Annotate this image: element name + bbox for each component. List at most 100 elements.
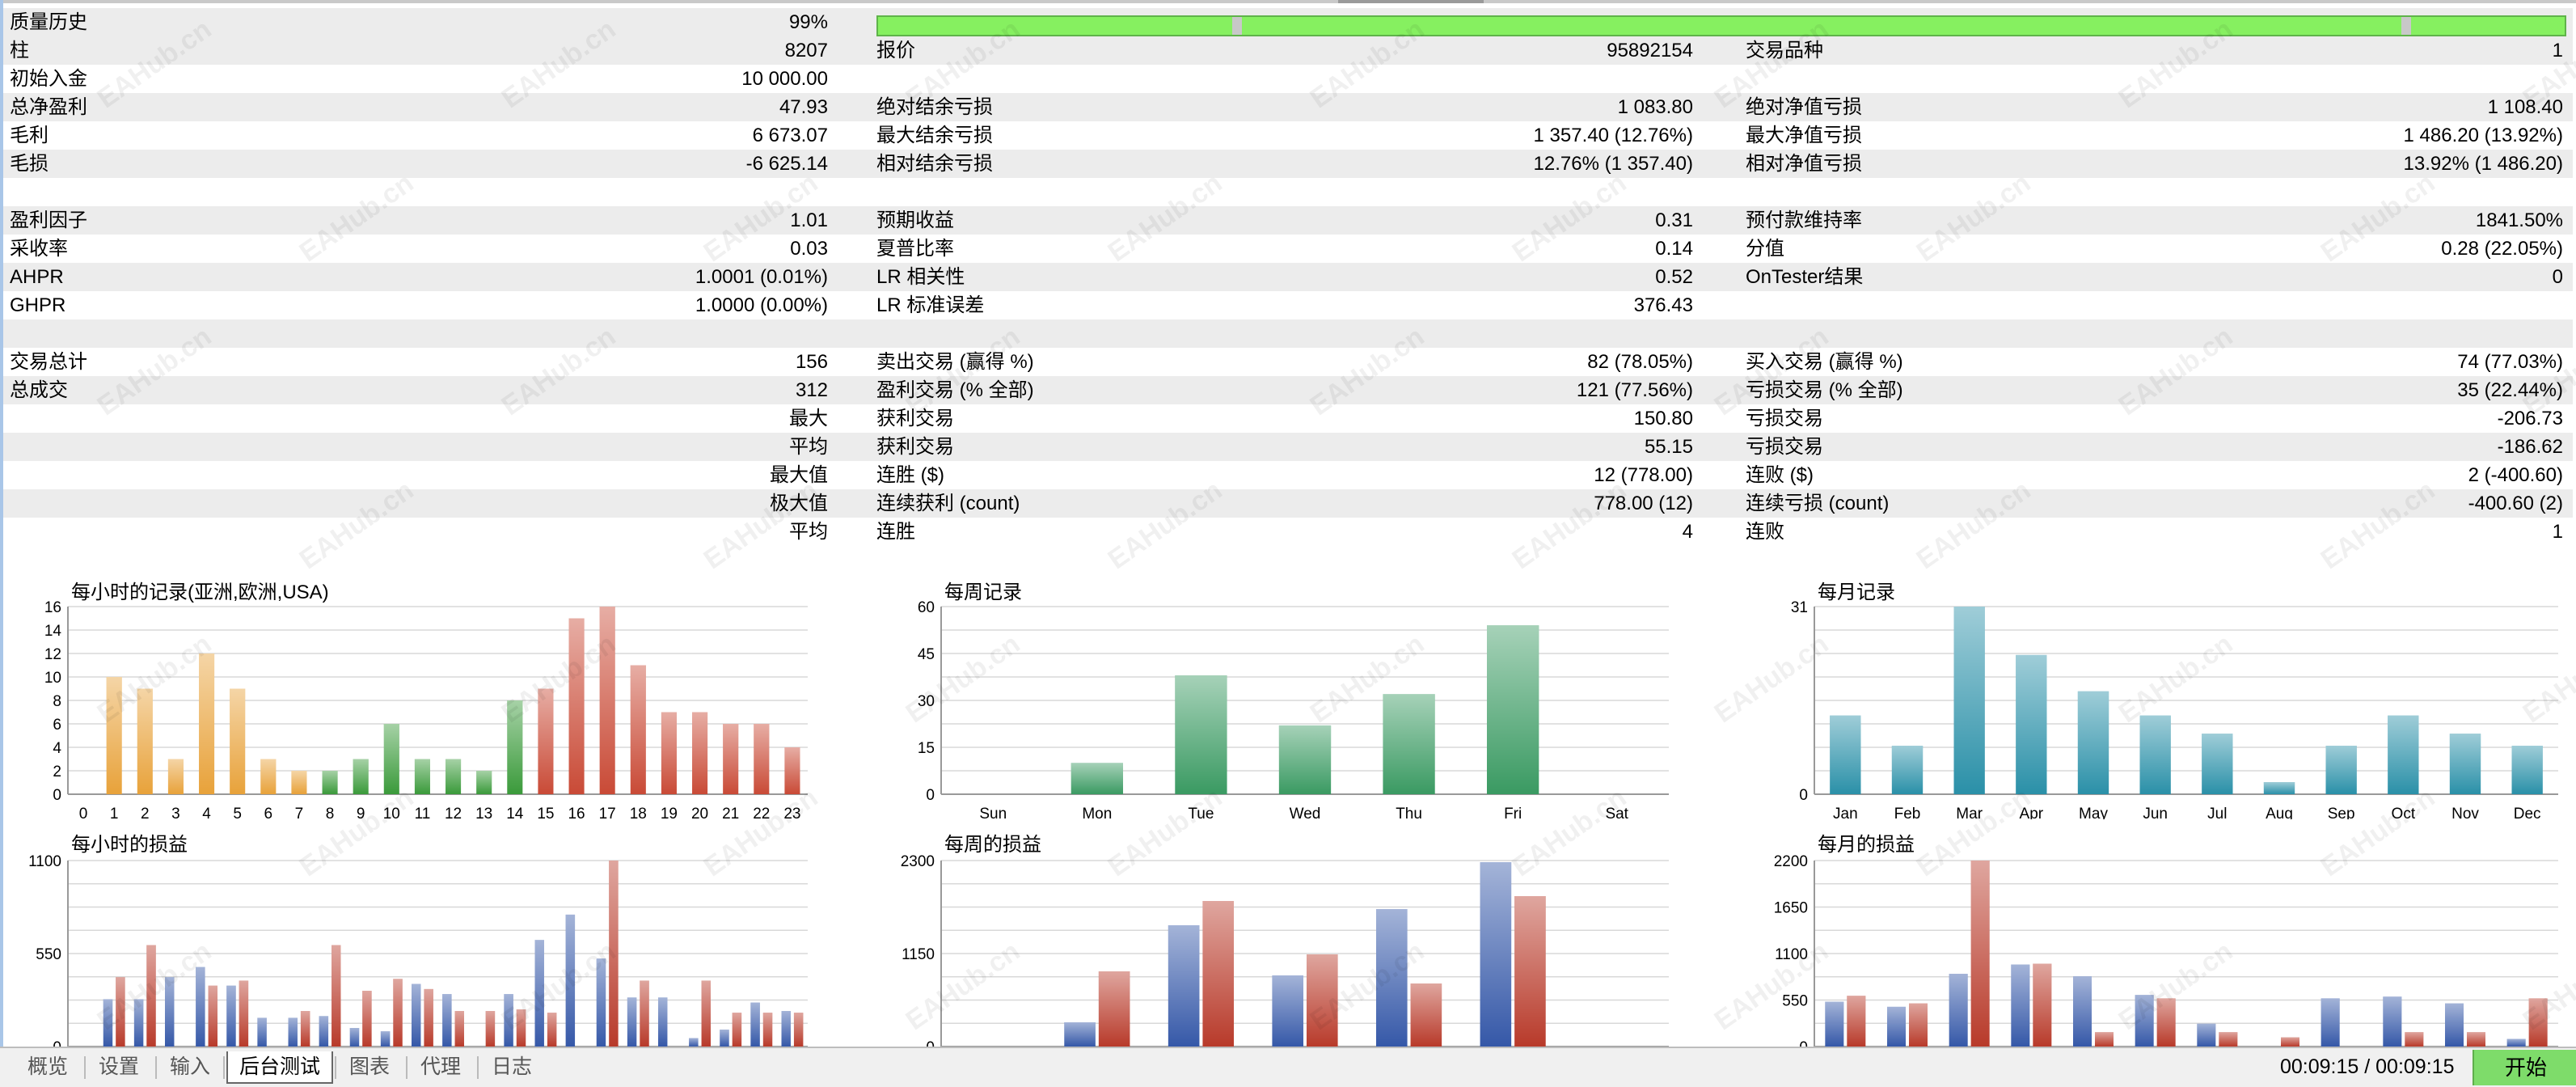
x-tick-label: 22	[753, 806, 770, 819]
metric-label: 卖出交易 (赢得 %)	[876, 351, 1034, 373]
bar-highlight	[424, 988, 433, 1047]
metric-label: GHPR	[10, 294, 66, 316]
chart-weekly-pnl: 每周的损益011502300	[860, 825, 1685, 1047]
tab-5[interactable]: 代理	[409, 1051, 472, 1082]
tab-4[interactable]: 图表	[338, 1051, 401, 1082]
metric-label: AHPR	[10, 266, 64, 288]
x-tick-label: Aug	[2266, 806, 2293, 819]
metric-value: 0	[2552, 266, 2563, 288]
metric-value: 0.14	[1655, 238, 1693, 260]
bar-highlight	[319, 1016, 329, 1047]
x-tick-label: Dec	[2514, 806, 2541, 819]
y-tick-label: 2300	[901, 853, 935, 870]
quality-label: 质量历史	[10, 11, 87, 33]
bar-highlight	[2383, 996, 2402, 1047]
chart-svg: 02468101214160 1 2 3 4 5 6 7 8 9 10 11 12 13 14 15 16 17 1…	[44, 599, 808, 819]
y-tick-label: 1100	[1775, 946, 1808, 963]
y-tick-label: 0	[53, 1039, 61, 1047]
x-tick-label: 6	[264, 806, 273, 819]
quality-bar-gap	[1232, 17, 1242, 35]
bar-highlight	[516, 1009, 526, 1047]
x-tick-label: 16	[568, 806, 585, 819]
y-tick-label: 0	[1799, 787, 1808, 804]
bar-highlight	[507, 700, 523, 794]
tab-6[interactable]: 日志	[480, 1051, 543, 1082]
x-tick-label: Sep	[2328, 806, 2355, 819]
bar-highlight	[133, 999, 144, 1047]
y-tick-label: 60	[918, 599, 935, 616]
metric-value: 1.0000 (0.00%)	[695, 294, 828, 316]
metric-value: 55.15	[1644, 436, 1693, 458]
metric-label: 连败 ($)	[1746, 464, 1814, 486]
tab-2[interactable]: 输入	[158, 1051, 222, 1082]
report-row: GHPR 1.0000 (0.00%) LR 标准误差 376.43	[3, 291, 2573, 319]
y-tick-label: 8	[53, 693, 61, 710]
bar-highlight	[332, 945, 341, 1047]
metric-label: 毛利	[10, 125, 49, 146]
report-row: 平均 获利交易 55.15 亏损交易 -186.62	[3, 433, 2573, 461]
metric-value: 0.52	[1655, 266, 1693, 288]
x-tick-label: May	[2079, 806, 2108, 819]
bar-highlight	[165, 977, 175, 1047]
x-tick-label: 12	[445, 806, 462, 819]
start-button[interactable]: 开始	[2473, 1050, 2576, 1085]
bar-highlight	[793, 1013, 804, 1047]
x-tick-label: Sun	[979, 806, 1007, 819]
x-tick-label: 17	[599, 806, 616, 819]
x-tick-label: 15	[537, 806, 554, 819]
bar-highlight	[1307, 954, 1338, 1047]
x-tick-label: Nov	[2451, 806, 2479, 819]
metric-label: 柱	[10, 40, 29, 61]
metric-value: 376.43	[1633, 294, 1693, 316]
x-tick-label: Sat	[1605, 806, 1628, 819]
y-tick-label: 550	[1782, 993, 1808, 1010]
y-tick-label: 2200	[1774, 853, 1808, 870]
bar-highlight	[349, 1028, 360, 1047]
bar-highlight	[1970, 861, 1990, 1047]
quality-row: 质量历史 99%	[3, 8, 2573, 36]
tab-1[interactable]: 设置	[87, 1051, 150, 1082]
y-tick-label: 45	[918, 646, 935, 663]
chart-svg: 0 550 1100 1650 2200	[1774, 853, 2558, 1047]
metric-label: OnTester结果	[1746, 266, 1864, 288]
bar-highlight	[1949, 974, 1968, 1047]
x-tick-label: Apr	[2020, 806, 2044, 819]
bar-highlight	[2073, 976, 2092, 1047]
x-tick-label: 0	[79, 806, 88, 819]
report-row: 初始入金 10 000.00	[3, 65, 2573, 93]
bar-highlight	[1064, 1022, 1096, 1047]
bar-highlight	[300, 1011, 310, 1047]
report-row: AHPR 1.0001 (0.01%) LR 相关性 0.52 OnTester结果 0	[3, 263, 2573, 291]
metric-value	[1378, 65, 1693, 93]
metric-value: 1 357.40 (12.76%)	[1533, 125, 1693, 146]
tab-0[interactable]: 概览	[16, 1051, 79, 1082]
x-tick-label: 21	[722, 806, 739, 819]
metric-label: LR 相关性	[876, 266, 965, 288]
bar-highlight	[442, 994, 452, 1047]
bar-highlight	[689, 1038, 699, 1047]
metric-label: 绝对结余亏损	[876, 96, 993, 118]
metric-value: 8207	[784, 40, 828, 61]
bar-highlight	[2139, 715, 2171, 794]
x-tick-label: 18	[630, 806, 647, 819]
metric-label: 亏损交易	[1746, 436, 1823, 458]
metric-value: 最大值	[770, 464, 828, 486]
chart-hourly-pnl: 每小时的损益05501100	[3, 825, 828, 1047]
bar-highlight	[383, 724, 399, 794]
metric-label: 连胜 ($)	[876, 464, 944, 486]
metric-label: 连胜	[876, 521, 915, 543]
y-tick-label: 1650	[1774, 900, 1808, 917]
metric-value: 150.80	[1633, 408, 1693, 429]
metric-label: 亏损交易	[1746, 408, 1823, 429]
bar-highlight	[412, 983, 421, 1047]
metric-value: -206.73	[2497, 408, 2563, 429]
quality-bar	[876, 15, 2566, 36]
bar-highlight	[781, 1011, 791, 1047]
top-scroll-thumb[interactable]	[1338, 0, 1484, 3]
y-tick-label: 0	[926, 1039, 935, 1047]
bar-highlight	[1825, 1001, 1844, 1047]
tab-3[interactable]: 后台测试	[226, 1051, 334, 1084]
x-tick-label: Thu	[1396, 806, 1422, 819]
x-tick-label: Feb	[1894, 806, 1921, 819]
bar-highlight	[692, 712, 708, 794]
